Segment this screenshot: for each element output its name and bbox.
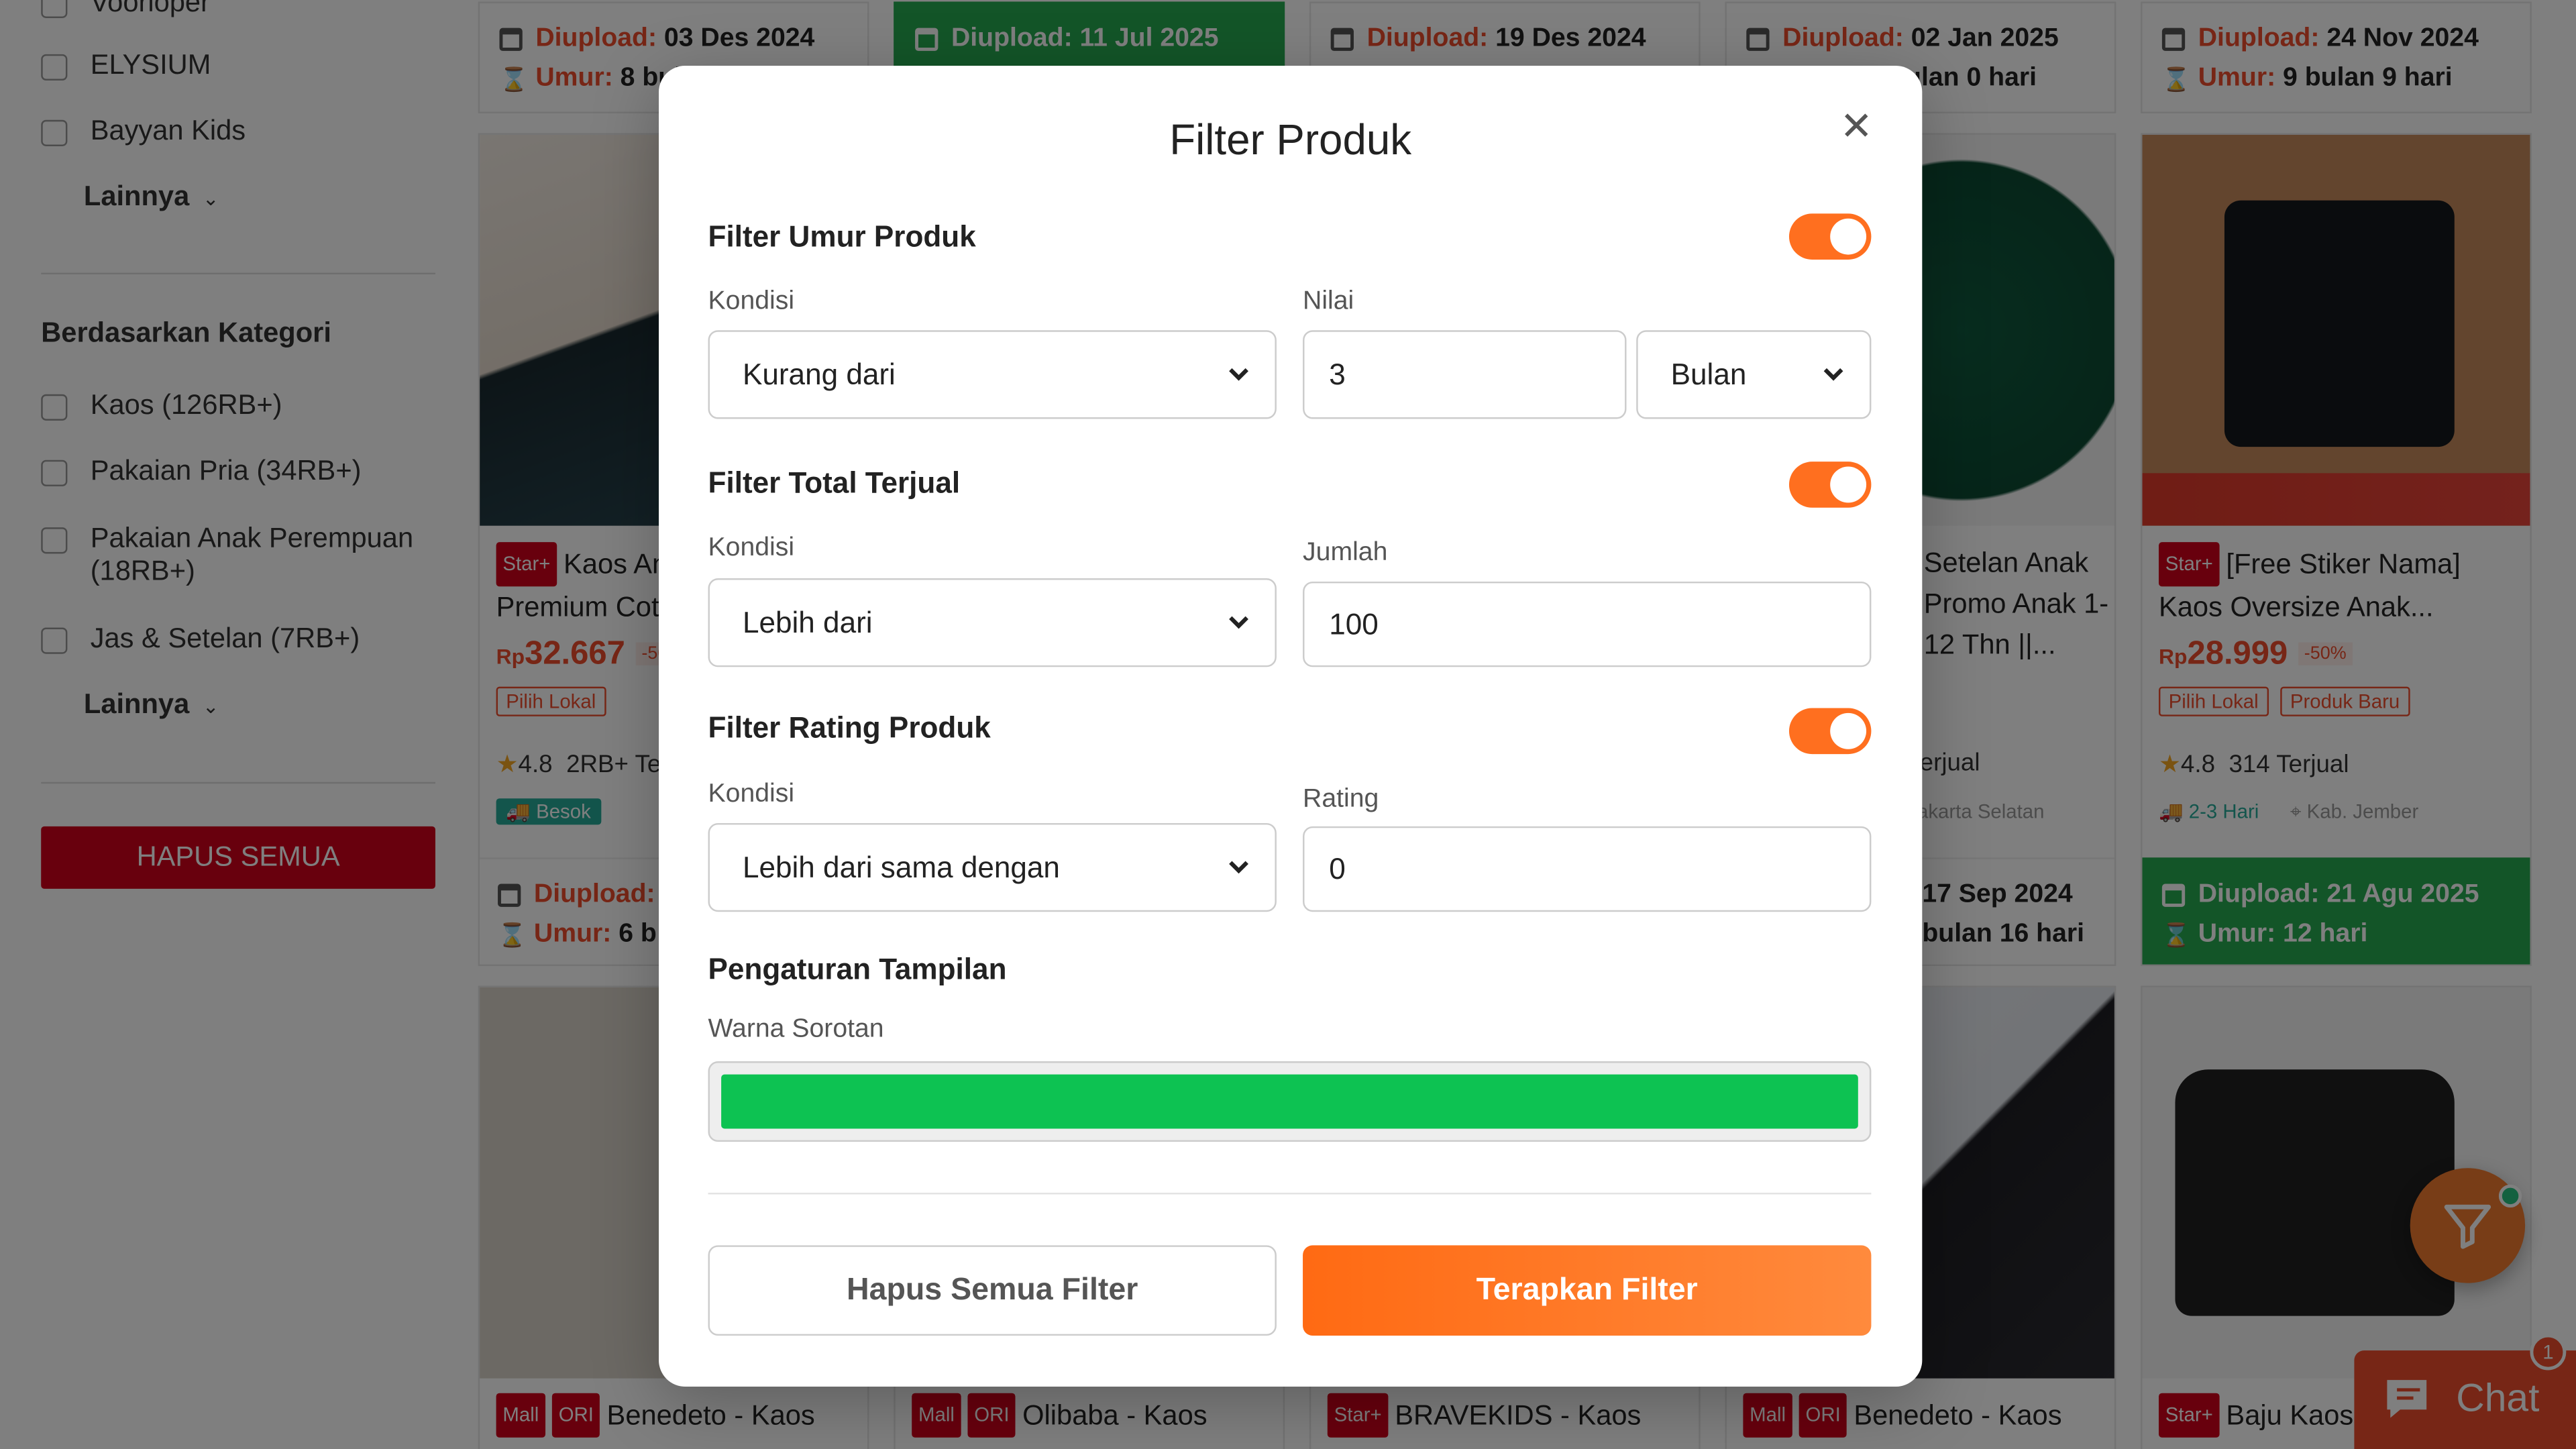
close-icon[interactable]: ✕ [1840,107,1873,148]
chevron-down-icon [1229,861,1248,874]
label-warna-sorotan: Warna Sorotan [708,1015,884,1044]
filter-dialog: Filter Produk ✕ Filter Umur Produk Kondi… [659,65,1923,1387]
apply-filters-button[interactable]: Terapkan Filter [1303,1245,1872,1336]
color-swatch [721,1074,1858,1129]
section-title-umur: Filter Umur Produk [708,220,976,254]
select-kondisi-umur[interactable]: Kurang dari [708,330,1277,419]
select-kondisi-rating[interactable]: Lebih dari sama dengan [708,822,1277,912]
clear-filters-button[interactable]: Hapus Semua Filter [708,1245,1277,1336]
select-value: Lebih dari [742,605,873,639]
input-nilai-umur[interactable]: 3 [1303,330,1627,419]
chevron-down-icon [1229,616,1248,629]
select-satuan-umur[interactable]: Bulan [1636,330,1872,419]
input-rating[interactable]: 0 [1303,826,1872,912]
highlight-color-picker[interactable] [708,1061,1872,1142]
dialog-divider [708,1192,1872,1195]
section-title-terjual: Filter Total Terjual [708,466,961,500]
toggle-rating-produk[interactable] [1788,708,1872,755]
label-nilai: Nilai [1303,287,1354,316]
label-kondisi: Kondisi [708,780,795,808]
dialog-title: Filter Produk [1169,115,1412,164]
label-kondisi: Kondisi [708,287,795,316]
input-jumlah-terjual[interactable]: 100 [1303,581,1872,667]
toggle-total-terjual[interactable] [1788,462,1872,508]
section-title-rating: Filter Rating Produk [708,711,991,745]
select-value: Bulan [1670,357,1747,390]
select-value: Lebih dari sama dengan [742,850,1060,883]
label-kondisi: Kondisi [708,533,795,562]
label-jumlah: Jumlah [1303,539,1388,567]
label-rating: Rating [1303,785,1379,814]
select-value: Kurang dari [742,357,896,390]
toggle-umur-produk[interactable] [1788,213,1872,260]
section-title-tampilan: Pengaturan Tampilan [708,953,1007,986]
chevron-down-icon [1229,368,1248,381]
chevron-down-icon [1823,368,1843,381]
select-kondisi-terjual[interactable]: Lebih dari [708,578,1277,667]
